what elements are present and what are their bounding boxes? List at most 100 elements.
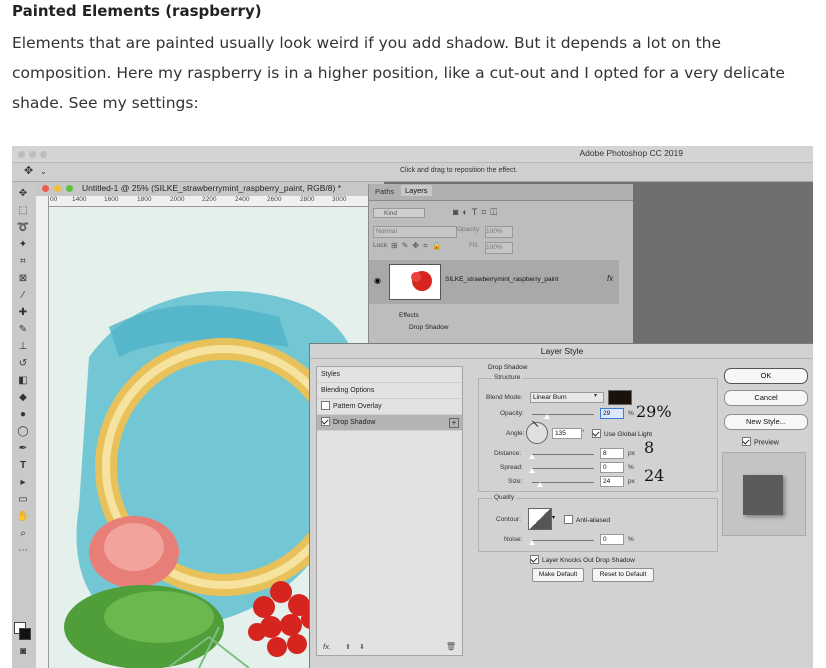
magic-wand-icon[interactable]: ✦ xyxy=(15,237,31,252)
marquee-icon[interactable]: ⬚ xyxy=(15,203,31,218)
noise-slider-track[interactable] xyxy=(532,540,594,541)
doc-zoom-icon[interactable] xyxy=(66,185,73,192)
knocks-out-label: Layer Knocks Out Drop Shadow xyxy=(542,557,635,565)
chevron-down-icon: ▾ xyxy=(594,393,598,399)
effects-item[interactable]: Effects xyxy=(399,312,419,319)
move-down-icon[interactable]: ⬇ xyxy=(359,643,365,651)
healing-icon[interactable]: ✚ xyxy=(15,305,31,320)
pattern-overlay-checkbox[interactable] xyxy=(321,400,330,410)
knocks-out-checkbox[interactable] xyxy=(530,555,539,564)
ruler-tick: 2400 xyxy=(235,196,250,203)
angle-dial[interactable] xyxy=(526,420,548,444)
chevron-down-icon[interactable]: ⌄ xyxy=(40,167,47,176)
path-select-icon[interactable]: ▸ xyxy=(15,475,31,490)
drop-shadow-checkbox[interactable] xyxy=(321,416,330,426)
drop-shadow-item[interactable]: Drop Shadow + xyxy=(317,415,462,431)
move-tool-icon[interactable]: ✥ xyxy=(24,164,33,177)
blend-mode-select[interactable]: Linear Burn xyxy=(530,392,604,403)
window-zoom-icon[interactable] xyxy=(40,151,47,158)
size-label: Size: xyxy=(508,478,523,485)
size-slider-knob[interactable] xyxy=(537,482,543,487)
drop-shadow-effect-item[interactable]: Drop Shadow xyxy=(409,324,448,331)
cancel-button[interactable]: Cancel xyxy=(724,390,808,406)
use-global-light-checkbox[interactable] xyxy=(592,429,601,438)
eyedropper-icon[interactable]: ⁄ xyxy=(15,288,31,303)
type-icon[interactable]: T xyxy=(15,458,31,473)
lasso-icon[interactable]: ➰ xyxy=(15,220,31,235)
layer-row[interactable]: ◉ SILKE_strawberrymint_raspberry_paint f… xyxy=(369,260,619,304)
spread-slider-track[interactable] xyxy=(532,468,594,469)
history-brush-icon[interactable]: ↺ xyxy=(15,356,31,371)
doc-minimize-icon[interactable] xyxy=(54,185,61,192)
blending-options-item[interactable]: Blending Options xyxy=(317,383,462,399)
opacity-field[interactable]: 29 xyxy=(600,408,624,419)
document-tab[interactable]: Untitled-1 @ 25% (SILKE_strawberrymint_r… xyxy=(36,182,384,197)
move-up-icon[interactable]: ⬆ xyxy=(345,643,351,651)
visibility-eye-icon[interactable]: ◉ xyxy=(374,276,381,285)
preview[interactable]: Preview xyxy=(742,437,779,447)
noise-field[interactable]: 0 xyxy=(600,534,624,545)
size-field[interactable]: 24 xyxy=(600,476,624,487)
reset-default-button[interactable]: Reset to Default xyxy=(592,568,654,582)
styles-item[interactable]: Styles xyxy=(317,367,462,383)
window-minimize-icon[interactable] xyxy=(29,151,36,158)
ruler-tick: 00 xyxy=(50,196,58,203)
background-color-swatch[interactable] xyxy=(19,628,31,640)
trash-icon[interactable]: 🗑 xyxy=(446,642,456,651)
section-title: Drop Shadow xyxy=(488,364,528,371)
layer-fx-badge[interactable]: fx xyxy=(607,274,613,283)
knocks-out[interactable]: Layer Knocks Out Drop Shadow xyxy=(530,555,635,565)
preview-checkbox[interactable] xyxy=(742,437,751,446)
blur-icon[interactable]: ● xyxy=(15,407,31,422)
filter-icons[interactable]: ◙◐T⌗◫ xyxy=(453,207,501,218)
distance-slider-knob[interactable] xyxy=(529,454,535,459)
frame-icon[interactable]: ⊠ xyxy=(15,271,31,286)
pen-icon[interactable]: ✒ xyxy=(15,441,31,456)
fx-menu-icon[interactable]: fx. xyxy=(323,642,331,651)
move-icon[interactable]: ✥ xyxy=(15,186,31,201)
tab-layers[interactable]: Layers xyxy=(401,185,432,196)
more-tools-icon[interactable]: ⋯ xyxy=(15,543,31,558)
tab-paths[interactable]: Paths xyxy=(375,187,394,196)
brush-icon[interactable]: ✎ xyxy=(15,322,31,337)
angle-field[interactable]: 135 xyxy=(552,428,582,439)
contour-chevron-icon[interactable]: ▾ xyxy=(552,514,555,521)
anti-aliased-checkbox[interactable] xyxy=(564,515,573,524)
pattern-overlay-item[interactable]: Pattern Overlay xyxy=(317,399,462,415)
preview-box xyxy=(722,452,806,536)
ok-button[interactable]: OK xyxy=(724,368,808,384)
bucket-icon[interactable]: ◆ xyxy=(15,390,31,405)
contour-picker[interactable] xyxy=(528,508,552,530)
distance-field[interactable]: 8 xyxy=(600,448,624,459)
anti-aliased[interactable]: Anti-aliased xyxy=(564,515,610,525)
crop-icon[interactable]: ⌗ xyxy=(15,254,31,269)
spread-field[interactable]: 0 xyxy=(600,462,624,473)
opacity-slider-track[interactable] xyxy=(532,414,594,415)
ruler-tick: 2200 xyxy=(202,196,217,203)
quick-mask-icon[interactable]: ◙ xyxy=(15,644,31,659)
eraser-icon[interactable]: ◧ xyxy=(15,373,31,388)
blend-mode-select[interactable]: Normal xyxy=(373,226,457,238)
doc-close-icon[interactable] xyxy=(42,185,49,192)
new-style-button[interactable]: New Style... xyxy=(724,414,808,430)
ruler-tick: 2600 xyxy=(267,196,282,203)
dodge-icon[interactable]: ◯ xyxy=(15,424,31,439)
window-close-icon[interactable] xyxy=(18,151,25,158)
distance-slider-track[interactable] xyxy=(532,454,594,455)
shadow-color-swatch[interactable] xyxy=(608,390,632,405)
spread-slider-knob[interactable] xyxy=(529,468,535,473)
zoom-icon[interactable]: ⌕ xyxy=(15,526,31,541)
add-style-icon[interactable]: + xyxy=(449,418,459,428)
noise-slider-knob[interactable] xyxy=(529,540,535,545)
distance-label: Distance: xyxy=(494,450,522,457)
hand-icon[interactable]: ✋ xyxy=(15,509,31,524)
lock-icons[interactable]: ⊞✎✥⌗🔒 xyxy=(391,241,446,251)
kind-filter[interactable]: Kind xyxy=(373,208,425,218)
layer-fill-field[interactable]: 100% xyxy=(485,242,513,254)
size-unit: px xyxy=(628,478,635,485)
layer-opacity-field[interactable]: 100% xyxy=(485,226,513,238)
make-default-button[interactable]: Make Default xyxy=(532,568,584,582)
stamp-icon[interactable]: ⊥ xyxy=(15,339,31,354)
shape-icon[interactable]: ▭ xyxy=(15,492,31,507)
opacity-slider-knob[interactable] xyxy=(544,414,550,419)
